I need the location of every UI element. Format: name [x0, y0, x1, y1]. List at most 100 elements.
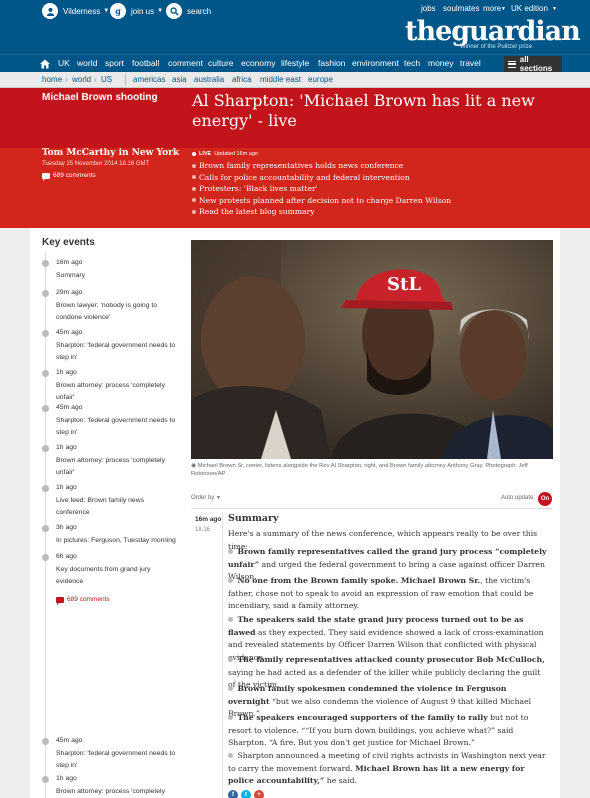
breadcrumb-world[interactable]: world [72, 75, 91, 84]
timeline-dot-icon [42, 330, 49, 337]
twitter-icon[interactable]: t [241, 790, 251, 798]
region-australia[interactable]: australia [194, 75, 224, 84]
timeline-dot-icon [42, 525, 49, 532]
nav-sport[interactable]: sport [105, 58, 124, 68]
main-photo: StL [191, 240, 553, 459]
key-event-label: Sharpton: 'federal government needs to s… [56, 342, 176, 361]
timeline-dot-icon [42, 738, 49, 745]
search-icon [166, 3, 182, 19]
user-menu[interactable]: Vilderness ▼ [42, 3, 109, 19]
svg-text:StL: StL [387, 274, 421, 295]
region-middle-east[interactable]: middle east [260, 75, 301, 84]
nav-environment[interactable]: environment [352, 58, 399, 68]
photo-illustration: StL [191, 240, 553, 459]
para-bold: The speakers encouraged supporters of th… [237, 713, 488, 722]
page-gutter-left [0, 228, 30, 798]
key-point-link[interactable]: Read the latest blog summary [192, 206, 552, 218]
search-label: search [187, 6, 212, 16]
bullet-icon [228, 549, 233, 554]
nav-travel[interactable]: travel [460, 58, 481, 68]
nav-uk[interactable]: UK [58, 58, 70, 68]
key-event-time: 45m ago [56, 737, 83, 744]
key-event-label: Sharpton: 'federal government needs to s… [56, 417, 176, 436]
comments-link[interactable]: 689 comments [42, 172, 96, 181]
post-paragraph: The speakers encouraged supporters of th… [228, 712, 550, 750]
comments-count: 689 comments [53, 172, 96, 179]
home-icon[interactable] [38, 57, 52, 71]
nav-tech[interactable]: tech [404, 58, 420, 68]
live-dot-icon [192, 152, 196, 156]
key-event-label: Brown attorney: process 'completely unfa… [56, 457, 165, 476]
guardian-g-icon: g [110, 3, 126, 19]
nav-comment[interactable]: comment [168, 58, 203, 68]
nav-money[interactable]: money [428, 58, 454, 68]
caption-text: Michael Brown Sr, center, listens alongs… [191, 463, 528, 477]
search-link[interactable]: search [166, 3, 211, 19]
auto-update-toggle[interactable]: On [538, 492, 552, 506]
key-event-time: 1h ago [56, 369, 77, 376]
order-by-dropdown[interactable]: Order by ▼ [191, 495, 221, 501]
nav-economy[interactable]: economy [241, 58, 276, 68]
divider [125, 74, 126, 85]
camera-icon: ◉ [191, 463, 197, 469]
region-europe[interactable]: europe [308, 75, 333, 84]
facebook-icon[interactable]: f [228, 790, 238, 798]
key-event-label: Sharpton: 'federal government needs to s… [56, 750, 176, 769]
comment-icon [56, 596, 64, 605]
bullet-icon [192, 186, 196, 191]
post-paragraph: No one from the Brown family spoke. Mich… [228, 575, 550, 613]
region-asia[interactable]: asia [172, 75, 187, 84]
region-africa[interactable]: africa [232, 75, 252, 84]
all-sections-button[interactable]: all sections [504, 55, 562, 73]
byline[interactable]: Tom McCarthy in New York [42, 148, 179, 158]
menu-icon [508, 60, 516, 68]
soulmates-link[interactable]: soulmates [443, 4, 479, 13]
sub-nav: home › world › US americas asia australi… [0, 72, 590, 88]
edition-link[interactable]: UK edition [511, 4, 548, 13]
chevron-down-icon: ▼ [216, 495, 221, 501]
bullet-icon [192, 209, 196, 214]
key-point: New protests planned after decision not … [192, 195, 552, 207]
more-link[interactable]: more [483, 4, 501, 13]
bullet-icon [228, 753, 233, 758]
comments-link[interactable]: 689 comments [56, 596, 110, 605]
key-event-label: Summary [56, 272, 86, 279]
google-plus-icon[interactable]: + [254, 790, 264, 798]
top-bar: Vilderness ▼ g join us ▼ search jobs sou… [0, 0, 590, 54]
breadcrumb-us[interactable]: US [101, 75, 112, 84]
join-link[interactable]: g join us ▼ [110, 3, 163, 19]
key-point-text: Brown family representatives holds news … [199, 161, 404, 171]
key-event-time: 45m ago [56, 404, 83, 411]
all-sections-label: all sections [519, 55, 553, 73]
key-point: Brown family representatives holds news … [192, 160, 552, 172]
key-event-time: 16m ago [56, 259, 83, 266]
timeline-dot-icon [42, 445, 49, 452]
nav-culture[interactable]: culture [208, 58, 234, 68]
breadcrumb-home[interactable]: home [42, 75, 62, 84]
chevron-right-icon: › [94, 75, 97, 84]
chevron-down-icon: ▼ [157, 8, 164, 14]
jobs-link[interactable]: jobs [421, 4, 436, 13]
nav-world[interactable]: world [77, 58, 97, 68]
key-event-time: 6h ago [56, 553, 77, 560]
series-link[interactable]: Michael Brown shooting [42, 92, 172, 104]
post-title: Summary [228, 513, 279, 524]
publish-date: Tuesday 25 November 2014 18.16 GMT [42, 161, 150, 167]
timeline-dot-icon [42, 554, 49, 561]
nav-fashion[interactable]: fashion [318, 58, 345, 68]
region-americas[interactable]: americas [133, 75, 165, 84]
key-event-time: 1h ago [56, 484, 77, 491]
guardian-logo[interactable]: theguardian [405, 18, 581, 46]
timeline-dot-icon [42, 405, 49, 412]
key-events-title: Key events [42, 237, 95, 248]
chevron-down-icon: ▼ [103, 8, 110, 14]
post-time[interactable]: 16m ago [195, 516, 221, 523]
key-event-label: Key documents from grand jury evidence [56, 566, 151, 585]
key-point-text: New protests planned after decision not … [199, 195, 452, 205]
bullet-icon [192, 198, 196, 203]
post-paragraph: Sharpton announced a meeting of civil ri… [228, 750, 550, 788]
nav-football[interactable]: football [132, 58, 159, 68]
share-buttons: f t + [228, 790, 267, 798]
nav-lifestyle[interactable]: lifestyle [281, 58, 309, 68]
main-nav: UK world sport football comment culture … [0, 54, 590, 73]
